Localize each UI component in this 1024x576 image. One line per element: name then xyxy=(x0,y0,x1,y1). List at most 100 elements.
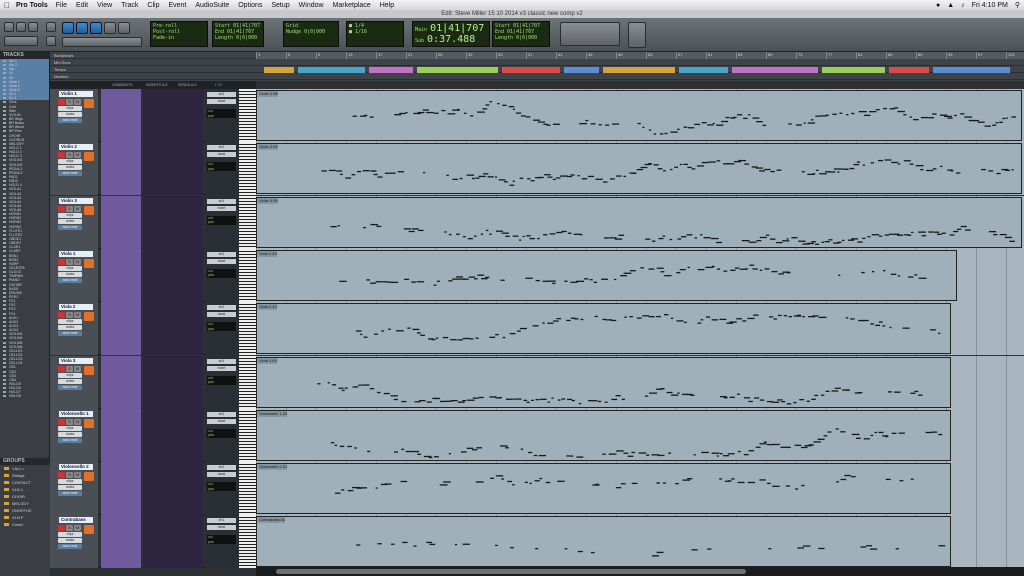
midi-note[interactable] xyxy=(649,392,658,394)
midi-note[interactable] xyxy=(840,478,847,481)
midi-note[interactable] xyxy=(903,160,911,162)
track-name[interactable]: Violin 1 xyxy=(59,91,93,97)
midi-note[interactable] xyxy=(573,233,582,235)
midi-note[interactable] xyxy=(375,281,383,283)
midi-note[interactable] xyxy=(909,163,914,166)
midi-clip[interactable]: Viola 1.43 xyxy=(256,249,957,301)
midi-note[interactable] xyxy=(505,235,510,237)
midi-note[interactable] xyxy=(373,333,378,336)
mini-keyboard[interactable] xyxy=(239,248,256,302)
midi-note[interactable] xyxy=(434,455,439,458)
midi-note[interactable] xyxy=(460,451,467,453)
track-view-selector[interactable]: clips xyxy=(58,106,82,111)
midi-note[interactable] xyxy=(475,177,480,180)
midi-note[interactable] xyxy=(914,274,918,276)
midi-note[interactable] xyxy=(523,399,528,401)
midi-note[interactable] xyxy=(910,392,916,394)
midi-note[interactable] xyxy=(723,270,728,272)
midi-note[interactable] xyxy=(759,236,767,238)
midi-note[interactable] xyxy=(552,282,556,284)
midi-note[interactable] xyxy=(683,126,688,128)
midi-note[interactable] xyxy=(734,267,740,269)
track-timebase-selector[interactable]: notes xyxy=(58,325,82,331)
midi-note[interactable] xyxy=(408,230,415,232)
input-selector[interactable]: ch1 xyxy=(207,251,236,257)
midi-note[interactable] xyxy=(549,232,556,235)
midi-note[interactable] xyxy=(795,124,802,126)
midi-note[interactable] xyxy=(747,481,756,484)
volume-pan-readout[interactable]: vol pan xyxy=(207,215,236,225)
midi-note[interactable] xyxy=(801,171,805,173)
midi-note[interactable] xyxy=(668,452,672,454)
midi-note[interactable] xyxy=(602,453,606,455)
midi-note[interactable] xyxy=(815,170,819,172)
midi-note[interactable] xyxy=(467,237,473,239)
midi-note[interactable] xyxy=(810,119,814,121)
midi-note[interactable] xyxy=(611,320,617,322)
midi-clip[interactable]: Viola 3.43 xyxy=(256,356,951,408)
midi-note[interactable] xyxy=(530,180,535,182)
midi-note[interactable] xyxy=(370,282,376,284)
midi-note[interactable] xyxy=(874,431,878,433)
midi-note[interactable] xyxy=(857,391,863,393)
inserts-sends-column[interactable] xyxy=(143,515,203,569)
track-name[interactable]: Viola 2 xyxy=(59,304,93,311)
midi-note[interactable] xyxy=(850,318,855,320)
midi-note[interactable] xyxy=(949,233,955,236)
midi-note[interactable] xyxy=(647,163,653,165)
track-timebase-selector[interactable]: notes xyxy=(58,378,82,384)
midi-note[interactable] xyxy=(362,383,370,386)
marker[interactable] xyxy=(889,67,929,73)
midi-note[interactable] xyxy=(615,487,622,489)
midi-note[interactable] xyxy=(623,452,629,454)
midi-note[interactable] xyxy=(426,111,434,114)
midi-note[interactable] xyxy=(535,548,539,550)
midi-note[interactable] xyxy=(656,316,661,318)
midi-note[interactable] xyxy=(489,395,497,398)
midi-note[interactable] xyxy=(608,453,617,455)
midi-note[interactable] xyxy=(799,398,805,400)
midi-note[interactable] xyxy=(529,237,535,239)
midi-note[interactable] xyxy=(340,174,343,176)
midi-note[interactable] xyxy=(992,124,997,126)
automation-mode[interactable]: auto read xyxy=(58,171,82,177)
midi-note[interactable] xyxy=(567,176,573,178)
midi-note[interactable] xyxy=(588,399,594,401)
midi-note[interactable] xyxy=(802,545,811,548)
midi-note[interactable] xyxy=(435,397,441,399)
record-arm-button[interactable] xyxy=(58,312,65,319)
midi-note[interactable] xyxy=(629,269,636,272)
input-selector[interactable]: ch1 xyxy=(207,411,236,417)
midi-note[interactable] xyxy=(742,320,747,322)
midi-note[interactable] xyxy=(711,319,719,321)
volume-pan-readout[interactable]: vol pan xyxy=(207,482,236,492)
midi-note[interactable] xyxy=(769,238,776,240)
midi-note[interactable] xyxy=(476,446,483,449)
group-item[interactable]: MELODY xyxy=(0,500,50,507)
grid-nudge-display[interactable]: Grid Nudge 0|0|000 xyxy=(283,21,339,47)
menu-edit[interactable]: Edit xyxy=(76,2,88,9)
zoom-in-button[interactable] xyxy=(16,22,26,32)
menu-clip[interactable]: Clip xyxy=(147,2,159,9)
midi-note[interactable] xyxy=(736,393,740,395)
menu-window[interactable]: Window xyxy=(299,2,324,9)
midi-note[interactable] xyxy=(581,178,588,180)
midi-note[interactable] xyxy=(567,398,573,400)
midi-note[interactable] xyxy=(470,115,474,117)
midi-note[interactable] xyxy=(524,481,528,484)
midi-note[interactable] xyxy=(897,275,901,277)
midi-note[interactable] xyxy=(771,401,780,403)
midi-note[interactable] xyxy=(363,336,368,339)
midi-note[interactable] xyxy=(337,224,340,226)
midi-note[interactable] xyxy=(605,124,610,126)
midi-note[interactable] xyxy=(788,123,792,125)
midi-note[interactable] xyxy=(658,237,664,239)
midi-note[interactable] xyxy=(836,481,840,483)
midi-note[interactable] xyxy=(918,277,927,279)
midi-note[interactable] xyxy=(515,112,522,114)
midi-note[interactable] xyxy=(851,476,856,478)
midi-note[interactable] xyxy=(731,478,735,480)
midi-note[interactable] xyxy=(977,121,985,123)
track-name[interactable]: Violoncello 1 xyxy=(59,410,93,417)
midi-note[interactable] xyxy=(448,233,452,235)
